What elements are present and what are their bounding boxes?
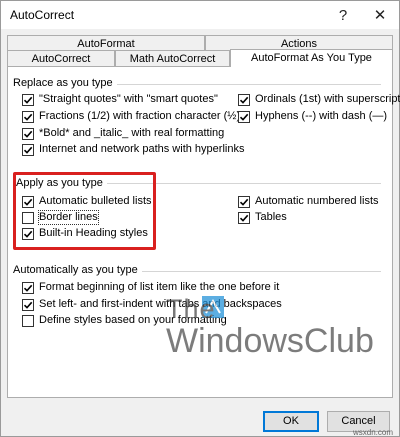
checkbox-label: Hyphens (--) with dash (—)	[255, 110, 388, 122]
checkbox-box[interactable]	[22, 127, 34, 140]
checkbox-hyphens[interactable]: Hyphens (--) with dash (—)	[238, 110, 387, 123]
checkbox-label: Ordinals (1st) with superscript	[255, 93, 400, 105]
checkbox-set-indent[interactable]: Set left- and first-indent with tabs and…	[22, 298, 282, 311]
checkbox-box[interactable]	[238, 110, 250, 123]
check-icon	[239, 198, 249, 206]
checkbox-fractions[interactable]: Fractions (1/2) with fraction character …	[22, 110, 240, 123]
checkbox-label: Automatic numbered lists	[255, 195, 379, 207]
checkbox-label: Fractions (1/2) with fraction character …	[39, 110, 241, 122]
checkbox-straight-quotes[interactable]: "Straight quotes" with "smart quotes"	[22, 93, 218, 106]
tab-autocorrect[interactable]: AutoCorrect	[7, 50, 115, 67]
checkbox-box[interactable]	[238, 211, 250, 224]
checkbox-bold-italic[interactable]: *Bold* and _italic_ with real formatting	[22, 127, 224, 140]
checkbox-label: Set left- and first-indent with tabs and…	[39, 298, 282, 310]
window-title: AutoCorrect	[10, 8, 75, 22]
check-icon	[23, 146, 33, 154]
tab-math-autocorrect[interactable]: Math AutoCorrect	[115, 50, 230, 67]
ok-button[interactable]: OK	[263, 411, 319, 432]
checkbox-label: *Bold* and _italic_ with real formatting	[39, 127, 225, 139]
check-icon	[23, 301, 33, 309]
checkbox-box[interactable]	[22, 110, 34, 123]
checkbox-box[interactable]	[22, 298, 34, 311]
checkbox-box[interactable]	[22, 143, 34, 156]
replace-group-title: Replace as you type	[13, 77, 117, 89]
auto-group-title: Automatically as you type	[13, 264, 142, 276]
checkbox-label: Tables	[255, 211, 287, 223]
highlight-box	[13, 172, 156, 250]
checkbox-tables[interactable]: Tables	[238, 211, 287, 224]
check-icon	[23, 96, 33, 104]
checkbox-ordinals[interactable]: Ordinals (1st) with superscript	[238, 93, 400, 106]
checkbox-label: Internet and network paths with hyperlin…	[39, 143, 245, 155]
check-icon	[23, 113, 33, 121]
check-icon	[239, 113, 249, 121]
checkbox-hyperlinks[interactable]: Internet and network paths with hyperlin…	[22, 143, 244, 156]
checkbox-box[interactable]	[238, 93, 250, 106]
checkbox-box[interactable]	[22, 93, 34, 106]
site-tag: wsxdn.com	[353, 428, 394, 437]
autocorrect-dialog: AutoCorrect ? ✕ AutoFormat Actions AutoC…	[0, 0, 400, 437]
tab-autoformat-as-you-type[interactable]: AutoFormat As You Type	[230, 49, 393, 67]
title-bar: AutoCorrect ? ✕	[1, 1, 399, 29]
checkbox-define-styles[interactable]: Define styles based on your formatting	[22, 314, 227, 327]
checkbox-numbered-lists[interactable]: Automatic numbered lists	[238, 195, 379, 208]
close-button[interactable]: ✕	[363, 1, 397, 29]
check-icon	[239, 96, 249, 104]
checkbox-box[interactable]	[238, 195, 250, 208]
check-icon	[23, 130, 33, 138]
checkbox-label: Format beginning of list item like the o…	[39, 281, 280, 293]
check-icon	[23, 284, 33, 292]
checkbox-box[interactable]	[22, 281, 34, 294]
help-button[interactable]: ?	[326, 1, 360, 29]
checkbox-label: Define styles based on your formatting	[39, 314, 227, 326]
check-icon	[239, 214, 249, 222]
checkbox-format-list-item[interactable]: Format beginning of list item like the o…	[22, 281, 279, 294]
checkbox-box[interactable]	[22, 314, 34, 327]
checkbox-label: "Straight quotes" with "smart quotes"	[39, 93, 218, 105]
